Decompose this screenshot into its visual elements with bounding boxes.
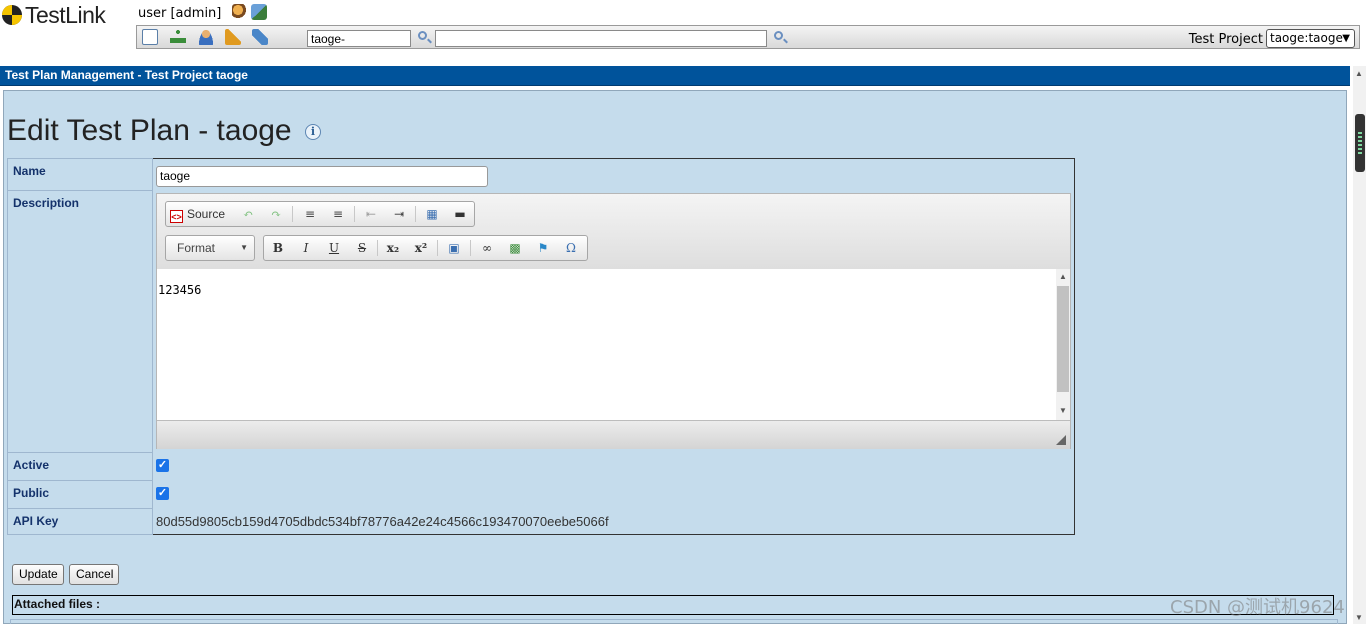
source-label: Source: [187, 207, 226, 221]
testcase-search-input[interactable]: taoge-: [307, 30, 411, 47]
name-label: Name: [7, 158, 153, 191]
separator: [292, 206, 293, 222]
underline-icon[interactable]: U: [325, 240, 343, 256]
main-toolbar: taoge- Test Project taoge:taoge ▼: [136, 25, 1360, 49]
test-project-selected: taoge:taoge: [1270, 31, 1343, 45]
editor-content-area[interactable]: 123456: [157, 269, 1057, 420]
separator: [354, 206, 355, 222]
editor-scrollbar[interactable]: ▲ ▼: [1056, 269, 1070, 420]
api-key-value: 80d55d9805cb159d4705dbdc534bf78776a42e24…: [156, 514, 609, 529]
personal-data-icon[interactable]: [232, 4, 248, 20]
page-title: Edit Test Plan - taoge: [7, 114, 292, 147]
cancel-button[interactable]: Cancel: [69, 564, 119, 585]
user-label: user [admin]: [138, 6, 222, 21]
logo-mark-icon: [2, 5, 22, 25]
scroll-up-icon[interactable]: ▲: [1059, 272, 1067, 281]
special-character-icon[interactable]: Ω: [562, 240, 580, 256]
info-icon[interactable]: i: [305, 124, 321, 140]
format-label: Format: [177, 241, 216, 255]
separator: [470, 240, 471, 256]
strikethrough-icon[interactable]: S: [353, 240, 371, 256]
scroll-down-icon[interactable]: ▼: [1059, 406, 1067, 415]
anchor-flag-icon[interactable]: ⚑: [534, 240, 552, 256]
scroll-up-icon[interactable]: ▲: [1355, 69, 1363, 78]
page-scrollbar-thumb[interactable]: [1355, 114, 1365, 172]
home-icon[interactable]: [142, 29, 158, 45]
editor-scrollbar-thumb[interactable]: [1057, 286, 1069, 392]
separator: [377, 240, 378, 256]
link-icon[interactable]: ∞: [478, 240, 496, 256]
chevron-down-icon: ▼: [240, 243, 248, 252]
editor-toolbar: <> Source ↶ ↷ ≡ ≡ ⇤ ⇥ ▦ ▬ Format ▼ B I U …: [157, 194, 1070, 270]
public-label: Public: [7, 480, 153, 509]
indent-icon[interactable]: ⇥: [390, 206, 408, 222]
numbered-list-icon[interactable]: ≡: [301, 206, 319, 222]
attached-files-header: Attached files :: [12, 595, 1334, 615]
format-dropdown[interactable]: Format ▼: [165, 235, 255, 261]
public-checkbox[interactable]: ✓: [156, 487, 169, 500]
watermark: CSDN @测试机9624: [1170, 597, 1345, 618]
horizontal-rule-icon[interactable]: ▬: [451, 206, 469, 222]
update-button[interactable]: Update: [12, 564, 64, 585]
superscript-icon[interactable]: x²: [412, 240, 430, 256]
source-icon: <>: [170, 210, 183, 223]
editor-toolbar-row2: B I U S x₂ x² ▣ ∞ ▩ ⚑ Ω: [263, 235, 588, 261]
name-input[interactable]: taoge: [156, 166, 488, 187]
editor-statusbar: [157, 420, 1070, 449]
attached-files-panel: [10, 619, 1338, 624]
api-key-label: API Key: [7, 508, 153, 535]
events-icon[interactable]: [225, 29, 241, 45]
test-project-select[interactable]: taoge:taoge ▼: [1266, 29, 1355, 48]
sitemap-icon[interactable]: [170, 29, 186, 45]
user-icon[interactable]: [198, 29, 214, 45]
logo-text: TestLink: [25, 1, 106, 28]
active-label: Active: [7, 452, 153, 481]
redo-icon[interactable]: ↷: [267, 206, 285, 222]
resize-grip-icon[interactable]: [1056, 435, 1066, 445]
chevron-down-icon: ▼: [1342, 33, 1350, 44]
testlink-logo[interactable]: TestLink: [2, 1, 106, 28]
separator: [415, 206, 416, 222]
scroll-down-icon[interactable]: ▼: [1355, 613, 1363, 622]
image-icon[interactable]: ▣: [445, 240, 463, 256]
italic-icon[interactable]: I: [297, 240, 315, 256]
full-search-input[interactable]: [435, 30, 767, 47]
bold-icon[interactable]: B: [269, 240, 287, 256]
search-icon[interactable]: [774, 31, 783, 40]
subscript-icon[interactable]: x₂: [384, 240, 402, 256]
description-editor: <> Source ↶ ↷ ≡ ≡ ⇤ ⇥ ▦ ▬ Format ▼ B I U …: [156, 193, 1071, 449]
test-project-label: Test Project: [1188, 32, 1263, 47]
search-icon[interactable]: [418, 31, 427, 40]
active-checkbox[interactable]: ✓: [156, 459, 169, 472]
page-header-bar: Test Plan Management - Test Project taog…: [0, 66, 1350, 86]
insert-icon[interactable]: ▩: [506, 240, 524, 256]
outdent-icon[interactable]: ⇤: [362, 206, 380, 222]
undo-icon[interactable]: ↶: [239, 206, 257, 222]
table-icon[interactable]: ▦: [423, 206, 441, 222]
editor-toolbar-row1: <> Source ↶ ↷ ≡ ≡ ⇤ ⇥ ▦ ▬: [165, 201, 475, 227]
bullet-list-icon[interactable]: ≡: [329, 206, 347, 222]
description-label: Description: [7, 190, 153, 453]
feather-icon[interactable]: [252, 29, 268, 45]
logout-icon[interactable]: [251, 4, 267, 20]
source-button[interactable]: <> Source: [170, 206, 226, 223]
separator: [437, 240, 438, 256]
